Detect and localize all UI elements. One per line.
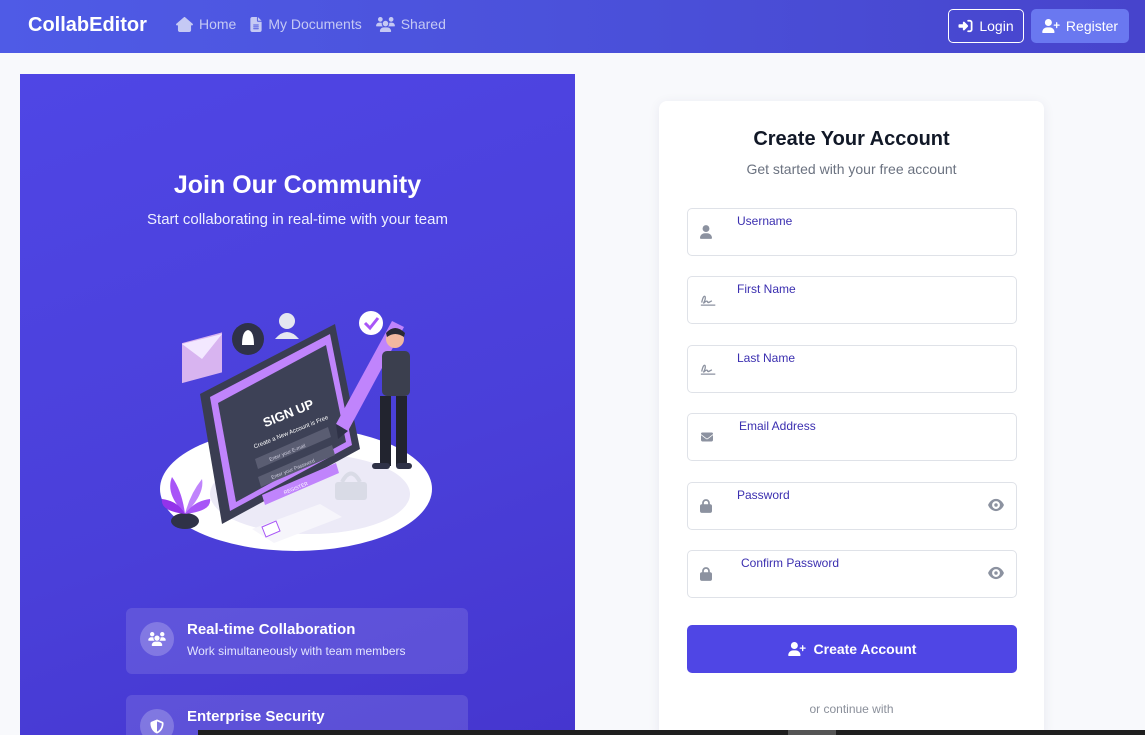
envelope-icon bbox=[700, 430, 716, 446]
horizontal-scrollbar[interactable] bbox=[198, 730, 1145, 735]
email-label: Email Address bbox=[739, 419, 816, 433]
nav-shared-label: Shared bbox=[400, 16, 446, 32]
feature-realtime-collaboration: Real-time Collaboration Work simultaneou… bbox=[126, 608, 468, 674]
envelope-graphic bbox=[182, 332, 222, 384]
users-icon bbox=[148, 632, 166, 646]
user-icon bbox=[700, 225, 716, 241]
nav-my-documents[interactable]: My Documents bbox=[250, 16, 362, 32]
user-badge bbox=[279, 313, 295, 329]
or-continue-text: or continue with bbox=[809, 702, 894, 716]
signup-illustration: SIGN UP Create a New Account is Free Ent… bbox=[160, 311, 432, 551]
eye-icon[interactable] bbox=[988, 566, 1004, 585]
last-name-label: Last Name bbox=[737, 351, 796, 365]
check-badge bbox=[359, 311, 383, 335]
feature-enterprise-security: Enterprise Security bbox=[126, 695, 468, 735]
confirm-password-field[interactable]: Confirm Password bbox=[687, 550, 1017, 598]
first-name-label: First Name bbox=[737, 282, 796, 296]
signature-icon bbox=[700, 362, 716, 378]
nav-shared[interactable]: Shared bbox=[375, 16, 446, 32]
community-subtitle: Start collaborating in real-time with yo… bbox=[147, 211, 448, 228]
username-label: Username bbox=[737, 214, 793, 228]
create-account-label: Create Account bbox=[813, 641, 917, 657]
eye-icon[interactable] bbox=[988, 498, 1004, 517]
confirm-password-label: Confirm Password bbox=[741, 556, 840, 570]
register-card: Create Your Account Get started with you… bbox=[659, 101, 1044, 735]
nav-links: Home My Documents Shared bbox=[176, 16, 446, 32]
login-button[interactable]: Login bbox=[948, 9, 1024, 43]
feature-desc: Work simultaneously with team members bbox=[187, 644, 406, 658]
user-plus-icon bbox=[1042, 19, 1060, 33]
feature-icon-wrap bbox=[140, 622, 174, 656]
community-title: Join Our Community bbox=[173, 171, 422, 199]
brand-logo[interactable]: CollabEditor bbox=[28, 14, 147, 37]
register-label: Register bbox=[1065, 18, 1119, 34]
form-title: Create Your Account bbox=[753, 128, 950, 150]
email-field[interactable]: Email Address bbox=[687, 413, 1017, 461]
feature-title: Enterprise Security bbox=[187, 708, 325, 725]
login-label: Login bbox=[979, 18, 1014, 34]
first-name-field[interactable]: First Name bbox=[687, 276, 1017, 324]
top-navbar: CollabEditor Home My Documents Shared Lo… bbox=[0, 0, 1145, 53]
password-field[interactable]: Password bbox=[687, 482, 1017, 530]
password-label: Password bbox=[737, 488, 790, 502]
user-plus-icon bbox=[787, 642, 806, 656]
nav-home[interactable]: Home bbox=[176, 16, 236, 32]
file-icon bbox=[250, 16, 262, 32]
home-icon bbox=[176, 16, 193, 32]
form-subtitle: Get started with your free account bbox=[746, 161, 957, 177]
last-name-field[interactable]: Last Name bbox=[687, 345, 1017, 393]
feature-icon-wrap bbox=[140, 709, 174, 735]
nav-my-documents-label: My Documents bbox=[268, 16, 362, 32]
shield-icon bbox=[150, 719, 164, 733]
lock-icon bbox=[700, 499, 716, 515]
feature-title: Real-time Collaboration bbox=[187, 621, 356, 638]
register-button[interactable]: Register bbox=[1031, 9, 1129, 43]
username-field[interactable]: Username bbox=[687, 208, 1017, 256]
community-panel: Join Our Community Start collaborating i… bbox=[20, 74, 575, 735]
signature-icon bbox=[700, 293, 716, 309]
scrollbar-thumb[interactable] bbox=[788, 730, 836, 735]
sign-in-icon bbox=[958, 19, 973, 33]
nav-home-label: Home bbox=[199, 16, 237, 32]
create-account-button[interactable]: Create Account bbox=[687, 625, 1017, 673]
lock-icon bbox=[700, 567, 716, 583]
users-icon bbox=[375, 16, 395, 32]
